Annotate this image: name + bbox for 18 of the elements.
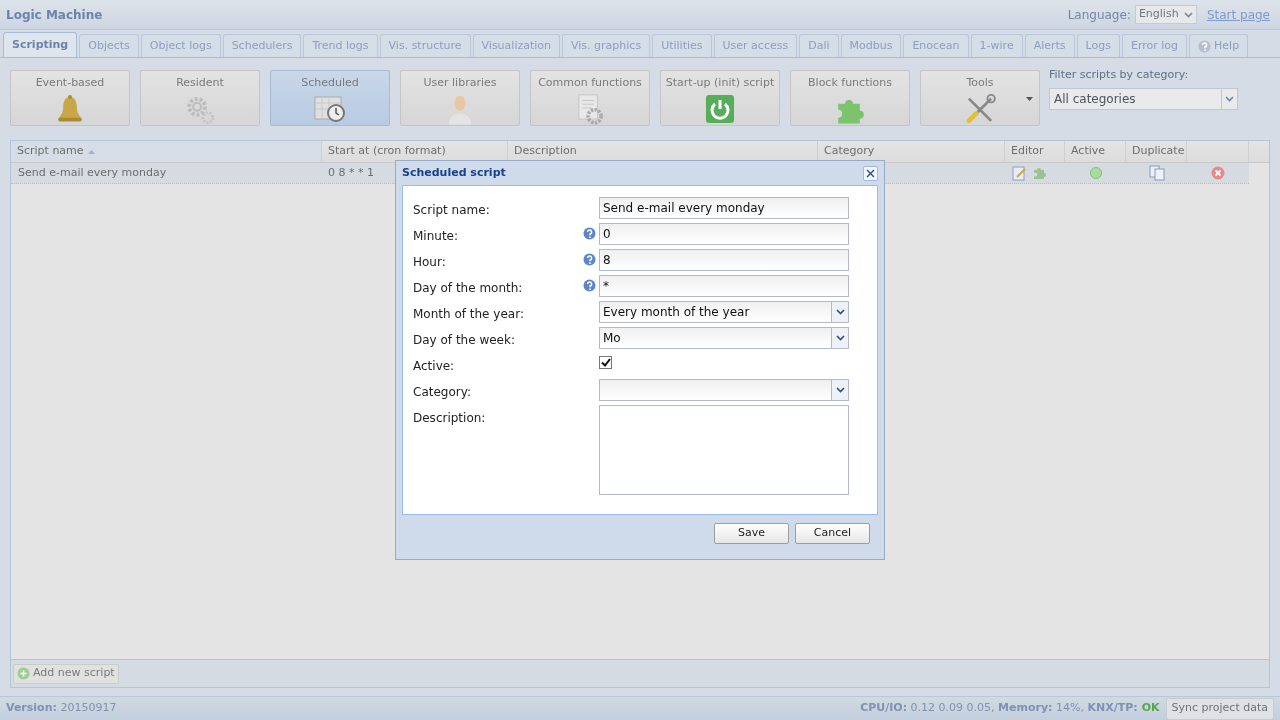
field-label: Day of the month: xyxy=(413,280,524,297)
knx-status: OK xyxy=(1141,700,1160,717)
language-label: Language: xyxy=(1067,6,1131,24)
table-cell-text: Send e-mail every monday xyxy=(17,164,168,181)
filter-label: Filter scripts by category: xyxy=(1049,67,1190,83)
field-label: Category: xyxy=(413,384,472,401)
field-label: Month of the year: xyxy=(413,306,525,323)
table-cell-text: 0 8 * * 1 xyxy=(327,164,375,181)
dialog-title: Scheduled script xyxy=(402,164,507,181)
field-label: Day of the week: xyxy=(413,332,516,349)
field-label: Hour: xyxy=(413,254,447,271)
field-label: Active: xyxy=(413,358,456,375)
app-title: Logic Machine xyxy=(6,6,103,24)
version-text: Version: 20150917 xyxy=(6,700,117,717)
field-label: Minute: xyxy=(413,228,460,245)
field-label: Description: xyxy=(413,410,487,427)
system-stats: CPU/IO: 0.12 0.09 0.05, Memory: 14%, KNX/TP: xyxy=(860,700,1138,717)
field-label: Script name: xyxy=(413,202,491,219)
